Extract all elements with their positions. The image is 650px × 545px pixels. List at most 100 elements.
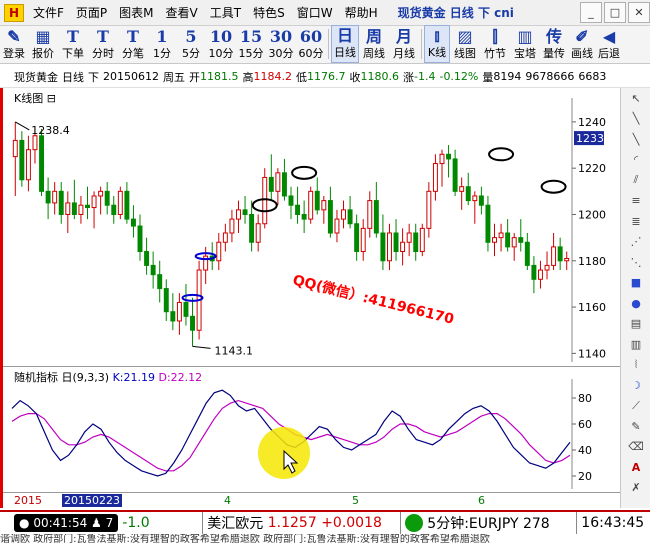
candle-body	[281, 172, 287, 197]
quote-button[interactable]: ▦ 报价	[28, 25, 58, 63]
status-pair1[interactable]: 美汇欧元 1.1257 +0.0018	[203, 512, 402, 534]
candle-body	[413, 232, 419, 253]
bamboo-button[interactable]: ⫿ 竹节	[480, 25, 510, 63]
quote-info-line: 现货黄金 日线 下 20150612 周五 开 1181.5 高 1184.2 低1…	[0, 66, 650, 88]
moon-icon[interactable]: ☽	[621, 375, 650, 396]
menu-window[interactable]: 窗口W	[291, 0, 339, 26]
candle-body	[157, 274, 163, 290]
status-time: 00:41:54	[33, 516, 88, 530]
candle-body	[373, 200, 379, 234]
period-weekly-button[interactable]: 周周线	[359, 25, 389, 63]
measure-icon[interactable]: ⟋	[621, 396, 650, 417]
rectangle-icon[interactable]: ■	[621, 273, 650, 294]
info-open: 1181.5	[200, 70, 239, 83]
info-weekday: 周五	[163, 70, 185, 84]
period-30m-icon: 30	[269, 27, 293, 46]
candle-body	[249, 213, 255, 243]
x-label-apr: 4	[224, 494, 231, 507]
period-60m-button[interactable]: 60 60分	[296, 25, 326, 63]
ray-icon[interactable]: ╲	[621, 129, 650, 150]
period-daily-button[interactable]: 日日线	[331, 25, 359, 63]
status-bar: ● 00:41:54 ♟ 7 -1.0 美汇欧元 1.1257 +0.0018 …	[0, 510, 650, 534]
info-mode: 下	[88, 70, 99, 84]
kline-button[interactable]: ⫾ K线	[424, 25, 450, 63]
ellipse-icon[interactable]: ●	[621, 293, 650, 314]
period-10m-button[interactable]: 10 10分	[206, 25, 236, 63]
menu-file[interactable]: 文件F	[27, 0, 70, 26]
period-5m-button[interactable]: 5 5分	[176, 25, 206, 63]
line-segment-icon[interactable]: ╲	[621, 109, 650, 130]
close-button[interactable]: ✕	[628, 2, 650, 23]
menu-page[interactable]: 页面P	[70, 0, 113, 26]
t-icon: T	[67, 27, 79, 46]
cursor-icon[interactable]: ↖	[621, 88, 650, 109]
menu-help[interactable]: 帮助H	[339, 0, 384, 26]
fan-icon[interactable]: ⋰	[621, 232, 650, 253]
login-button[interactable]: ✎ 登录	[0, 25, 28, 63]
tick-label: 分笔	[122, 47, 144, 60]
candle-body	[170, 311, 176, 322]
brush-icon[interactable]: ✎	[621, 416, 650, 437]
kline-chart-label: K线图	[14, 92, 44, 105]
menu-view[interactable]: 查看V	[160, 0, 204, 26]
volume-icon: 传	[545, 27, 562, 46]
channel-icon[interactable]: ≡	[621, 191, 650, 212]
x-cursor-date: 20150223	[62, 494, 122, 507]
period-10m-icon: 10	[209, 27, 233, 46]
timeshare-button[interactable]: T 分时	[88, 25, 118, 63]
annotation-ellipse	[540, 179, 567, 194]
period-15m-button[interactable]: 15 15分	[236, 25, 266, 63]
collapse-icon[interactable]: ⊟	[47, 92, 56, 105]
menu-features[interactable]: 特色S	[247, 0, 291, 26]
period-30m-button[interactable]: 30 30分	[266, 25, 296, 63]
status-pair2[interactable]: 5分钟:EURJPY 278	[401, 512, 578, 534]
menu-chart[interactable]: 图表M	[113, 0, 159, 26]
grid-lines-icon[interactable]: ▤	[621, 314, 650, 335]
gann-icon[interactable]: ⋱	[621, 252, 650, 273]
period-monthly-button[interactable]: 月月线	[389, 25, 419, 63]
candle-body	[268, 176, 274, 192]
line-chart-button[interactable]: ▨ 线图	[450, 25, 480, 63]
draw-line-icon: ✐	[575, 27, 589, 46]
maximize-button[interactable]: □	[604, 2, 626, 23]
status-timer: ● 00:41:54 ♟ 7	[14, 514, 119, 532]
parallel-lines-icon[interactable]: ⫽	[621, 170, 650, 191]
candle-body	[426, 190, 432, 229]
candle-body	[229, 218, 235, 234]
candle-body	[446, 153, 452, 160]
delete-icon[interactable]: ✗	[621, 478, 650, 499]
price-tick-label: 1220	[578, 162, 606, 175]
text-icon[interactable]: A	[621, 457, 650, 478]
news-ticker[interactable]: 谐调欧 政府部门:瓦鲁法基斯:没有理智的政客希望希腊退欧 政府部门:瓦鲁法基斯:…	[0, 534, 650, 545]
candle-body	[505, 232, 511, 248]
period-1m-button[interactable]: 1 1分	[148, 25, 176, 63]
kline-chart[interactable]: 1140 1160 1180 1200 1220 1240 1233 1238.4 1143.1…	[0, 88, 620, 366]
tower-button[interactable]: ▥ 宝塔	[510, 25, 540, 63]
arc-icon[interactable]: ◜	[621, 150, 650, 171]
candle-body	[485, 204, 491, 243]
candle-body	[498, 232, 504, 239]
back-label: 后退	[598, 47, 620, 60]
candle-body	[452, 158, 458, 192]
candle-body	[472, 195, 478, 202]
menu-tools[interactable]: 工具T	[204, 0, 247, 26]
candle-body	[288, 195, 294, 206]
tick-button[interactable]: T 分笔	[118, 25, 148, 63]
candle-body	[58, 190, 64, 215]
volume-button[interactable]: 传量传	[540, 25, 568, 63]
kdj-indicator-pane[interactable]: 20 40 60 80 随机指标 日(9,3,3) K:21.19 D:22.12	[0, 366, 620, 492]
minimize-button[interactable]: _	[580, 2, 602, 23]
info-open-label: 开	[189, 70, 200, 84]
candle-body	[32, 135, 38, 151]
order-button[interactable]: T 下单	[58, 25, 88, 63]
period-lines-icon[interactable]: ▥	[621, 334, 650, 355]
window-edge	[0, 88, 3, 508]
candle-body	[85, 204, 90, 209]
fibonacci-icon[interactable]: ≣	[621, 211, 650, 232]
candle-body	[492, 237, 497, 243]
cycle-icon[interactable]: ⦚	[621, 355, 650, 376]
eraser-icon[interactable]: ⌫	[621, 437, 650, 458]
back-button[interactable]: ◀ 后退	[596, 25, 622, 63]
draw-line-button[interactable]: ✐ 画线	[568, 25, 596, 63]
status-count: 7	[105, 516, 114, 530]
